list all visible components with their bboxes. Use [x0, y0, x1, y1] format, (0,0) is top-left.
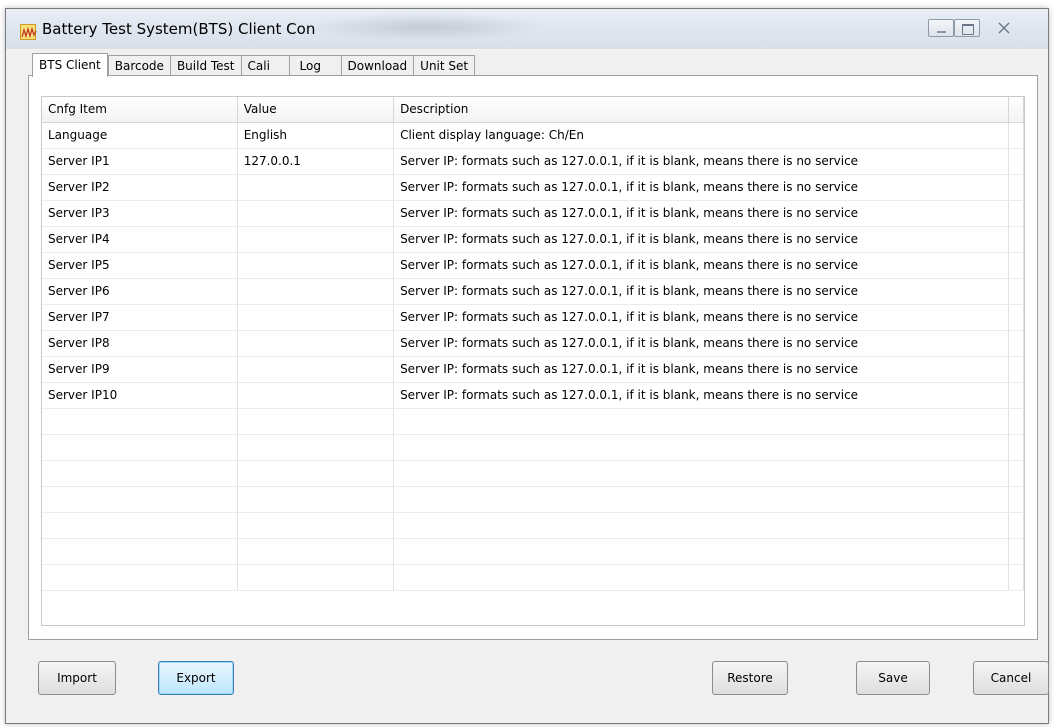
cell-description[interactable]: Server IP: formats such as 127.0.0.1, if… [393, 174, 1010, 201]
cell-filler [1008, 330, 1024, 357]
cell-cnfg-item[interactable]: Server IP10 [42, 382, 238, 409]
maximize-icon[interactable] [954, 19, 980, 37]
cell-value[interactable] [237, 304, 395, 331]
cell-cnfg-item[interactable]: Server IP9 [42, 356, 238, 383]
cell-filler [1008, 226, 1024, 253]
save-button[interactable]: Save [856, 661, 930, 695]
empty-row [42, 486, 1024, 513]
tab-barcode[interactable]: Barcode [107, 55, 170, 76]
cell-filler [1008, 174, 1024, 201]
column-header-value[interactable]: Value [237, 97, 395, 123]
cell-cnfg-item[interactable]: Server IP8 [42, 330, 238, 357]
table-row[interactable]: Server IP3 Server IP: formats such as 12… [42, 200, 1024, 227]
cell-value[interactable]: 127.0.0.1 [237, 148, 395, 175]
cell-filler [1008, 148, 1024, 175]
cell-value[interactable] [237, 200, 395, 227]
cell-cnfg-item[interactable]: Server IP1 [42, 148, 238, 175]
cell-value[interactable] [237, 330, 395, 357]
cell-description[interactable]: Server IP: formats such as 127.0.0.1, if… [393, 356, 1010, 383]
cell-cnfg-item[interactable]: Language [42, 122, 238, 149]
cell-filler [1008, 278, 1024, 305]
cell-value[interactable]: English [237, 122, 395, 149]
cell-cnfg-item[interactable]: Server IP7 [42, 304, 238, 331]
empty-row [42, 564, 1024, 591]
config-table: Cnfg Item Value Description Language Eng… [42, 97, 1024, 591]
cell-description[interactable]: Server IP: formats such as 127.0.0.1, if… [393, 200, 1010, 227]
close-icon[interactable] [982, 19, 1026, 37]
table-row[interactable]: Server IP4 Server IP: formats such as 12… [42, 226, 1024, 253]
cell-description[interactable]: Server IP: formats such as 127.0.0.1, if… [393, 330, 1010, 357]
cell-cnfg-item[interactable]: Server IP3 [42, 200, 238, 227]
cell-description[interactable]: Server IP: formats such as 127.0.0.1, if… [393, 278, 1010, 305]
empty-row [42, 538, 1024, 565]
window-title: Battery Test System(BTS) Client Con [42, 20, 316, 38]
table-row[interactable]: Server IP8 Server IP: formats such as 12… [42, 330, 1024, 357]
cell-value[interactable] [237, 382, 395, 409]
table-row[interactable]: Server IP5 Server IP: formats such as 12… [42, 252, 1024, 279]
title-bar-blur [306, 13, 546, 41]
cell-description[interactable]: Server IP: formats such as 127.0.0.1, if… [393, 252, 1010, 279]
cell-value[interactable] [237, 278, 395, 305]
cell-filler [1008, 252, 1024, 279]
cell-value[interactable] [237, 252, 395, 279]
empty-row [42, 434, 1024, 461]
cell-description[interactable]: Server IP: formats such as 127.0.0.1, if… [393, 148, 1010, 175]
tab-build-test[interactable]: Build Test [169, 55, 241, 76]
empty-row [42, 512, 1024, 539]
cell-cnfg-item[interactable]: Server IP5 [42, 252, 238, 279]
cell-filler [1008, 122, 1024, 149]
table-row[interactable]: Server IP7 Server IP: formats such as 12… [42, 304, 1024, 331]
restore-button[interactable]: Restore [712, 661, 788, 695]
table-row[interactable]: Server IP10 Server IP: formats such as 1… [42, 382, 1024, 409]
cell-value[interactable] [237, 356, 395, 383]
empty-row [42, 460, 1024, 487]
waveform-app-icon [20, 24, 37, 40]
cell-description[interactable]: Server IP: formats such as 127.0.0.1, if… [393, 382, 1010, 409]
cell-description[interactable]: Client display language: Ch/En [393, 122, 1010, 149]
cell-description[interactable]: Server IP: formats such as 127.0.0.1, if… [393, 226, 1010, 253]
column-header-cnfg-item[interactable]: Cnfg Item [42, 97, 238, 123]
tab-log[interactable]: Log [288, 55, 341, 76]
cell-filler [1008, 382, 1024, 409]
tab-unit-set[interactable]: Unit Set [413, 55, 476, 76]
import-button[interactable]: Import [38, 661, 116, 695]
cell-description[interactable]: Server IP: formats such as 127.0.0.1, if… [393, 304, 1010, 331]
table-row[interactable]: Language English Client display language… [42, 122, 1024, 149]
table-row[interactable]: Server IP2 Server IP: formats such as 12… [42, 174, 1024, 201]
cell-value[interactable] [237, 174, 395, 201]
export-button[interactable]: Export [158, 661, 234, 695]
table-row[interactable]: Server IP6 Server IP: formats such as 12… [42, 278, 1024, 305]
config-grid[interactable]: Cnfg Item Value Description Language Eng… [41, 96, 1025, 626]
cell-cnfg-item[interactable]: Server IP4 [42, 226, 238, 253]
empty-row [42, 408, 1024, 435]
cancel-button[interactable]: Cancel [973, 661, 1049, 695]
grid-header-row: Cnfg Item Value Description [42, 97, 1024, 123]
column-header-filler [1008, 97, 1024, 123]
title-bar[interactable]: Battery Test System(BTS) Client Con [6, 9, 1048, 49]
bts-client-panel: Cnfg Item Value Description Language Eng… [28, 75, 1038, 640]
cell-filler [1008, 356, 1024, 383]
tab-bts-client[interactable]: BTS Client [32, 53, 108, 77]
cell-cnfg-item[interactable]: Server IP6 [42, 278, 238, 305]
minimize-icon[interactable] [928, 19, 954, 37]
table-row[interactable]: Server IP1 127.0.0.1 Server IP: formats … [42, 148, 1024, 175]
cell-filler [1008, 200, 1024, 227]
cell-value[interactable] [237, 226, 395, 253]
table-row[interactable]: Server IP9 Server IP: formats such as 12… [42, 356, 1024, 383]
tab-download[interactable]: Download [340, 55, 414, 76]
settings-window: Battery Test System(BTS) Client Con BTS … [5, 8, 1049, 724]
cell-cnfg-item[interactable]: Server IP2 [42, 174, 238, 201]
column-header-description[interactable]: Description [393, 97, 1010, 123]
cell-filler [1008, 304, 1024, 331]
tab-strip: BTS Client Barcode Build Test Cali Log D… [32, 53, 476, 77]
tab-cali[interactable]: Cali [240, 55, 289, 76]
